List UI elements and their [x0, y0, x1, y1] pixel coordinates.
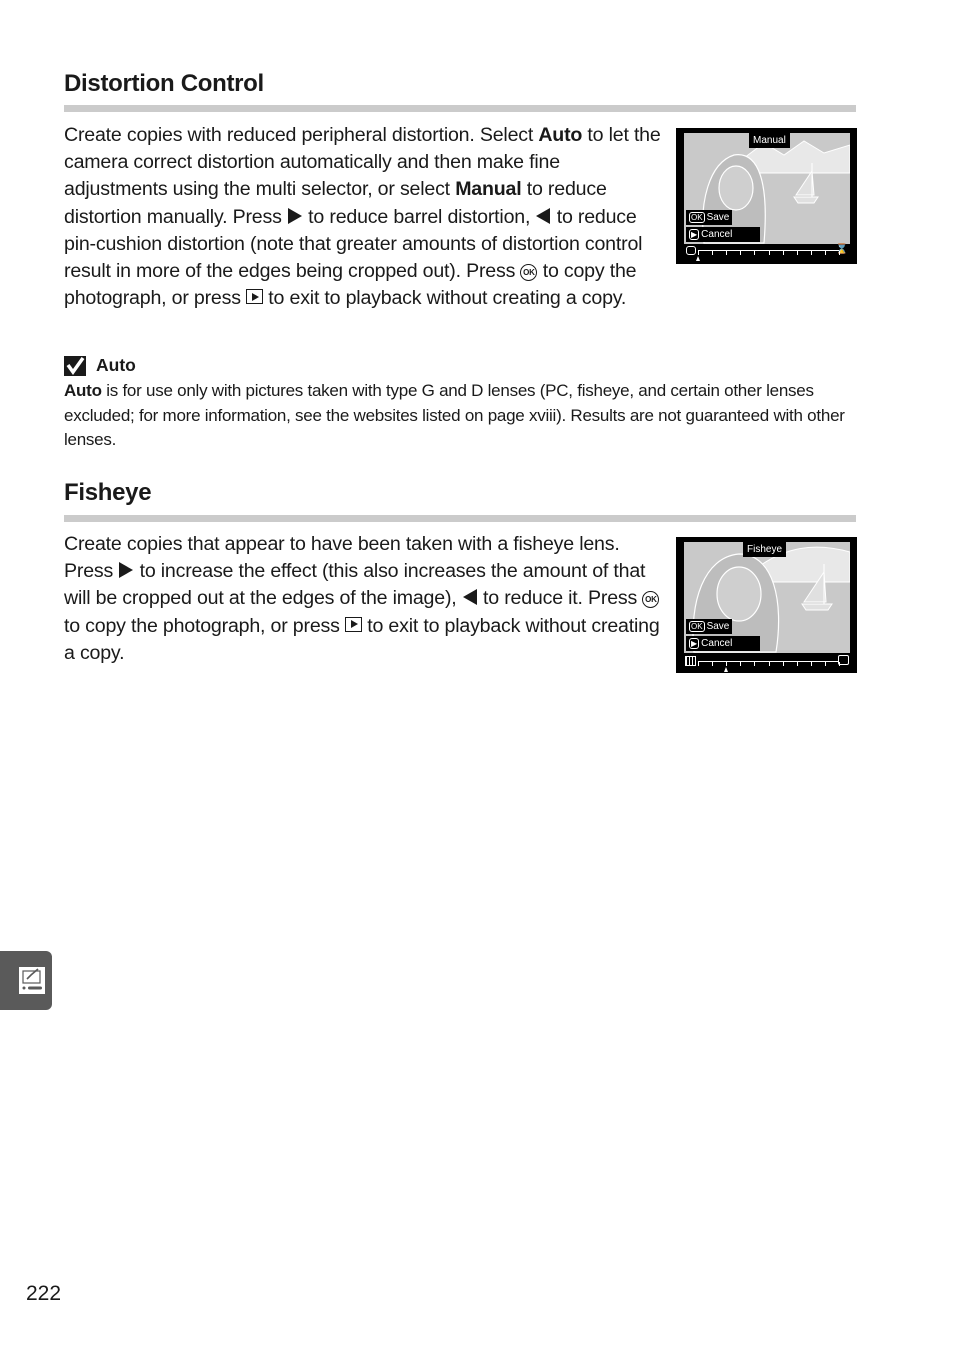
barrel-icon: [686, 246, 696, 255]
section-title-fisheye: Fisheye: [64, 479, 152, 506]
ok-button-icon: OK: [520, 264, 538, 282]
slider-tick: [839, 662, 840, 666]
distortion-slider: [696, 250, 840, 261]
text: is for use only with pictures taken with…: [64, 381, 845, 449]
retouch-menu-icon: [19, 967, 45, 994]
slider-tick: [796, 662, 798, 666]
slider-tick: [824, 662, 826, 666]
note-title: Auto: [96, 355, 136, 375]
page-number: 222: [26, 1282, 62, 1305]
camera-screen-manual: Manual OK Save ▶ Cancel ⌛: [676, 128, 857, 264]
multi-selector-left-icon: [536, 207, 551, 224]
camera-screen-fisheye: Fisheye OK Save ▶ Cancel: [676, 537, 857, 673]
ok-key-icon: OK: [689, 212, 705, 223]
slider-tick: [712, 251, 714, 255]
fisheye-paragraph: Create copies that appear to have been t…: [64, 531, 664, 667]
cancel-label: Cancel: [701, 638, 733, 649]
slider-position-marker: [724, 667, 729, 672]
checkmark-icon: [64, 356, 86, 376]
slider-tick: [782, 662, 784, 666]
slider-tick: [698, 662, 699, 666]
slider-tick: [810, 662, 812, 666]
playback-key-icon: ▶: [689, 229, 700, 240]
bold-term-manual: Manual: [455, 178, 522, 201]
grid-icon: [685, 656, 696, 666]
bold-term-auto: Auto: [538, 124, 583, 146]
text: Create copies with reduced peripheral di…: [64, 124, 539, 146]
ok-key-icon: OK: [689, 621, 705, 632]
distortion-paragraph: Create copies with reduced peripheral di…: [64, 122, 664, 312]
multi-selector-right-icon: [119, 562, 134, 579]
slider-tick: [768, 251, 770, 255]
slider-tick: [810, 251, 812, 255]
playback-key-icon: ▶: [689, 638, 700, 649]
text: to reduce barrel distortion,: [302, 205, 536, 228]
slider-tick: [698, 251, 699, 255]
slider-position-marker: [696, 256, 700, 261]
slider-tick: [754, 662, 756, 666]
cancel-option: ▶ Cancel: [686, 636, 760, 651]
slider-tick: [796, 251, 798, 255]
slider-tick: [726, 662, 728, 666]
ok-button-icon: OK: [642, 591, 660, 609]
slider-tick: [768, 662, 770, 666]
mode-label: Fisheye: [743, 542, 787, 557]
playback-button-icon: [344, 616, 362, 632]
cancel-label: Cancel: [701, 229, 733, 240]
multi-selector-right-icon: [287, 207, 302, 224]
text: to reduce it. Press: [477, 587, 643, 610]
slider-tick: [754, 251, 756, 255]
fisheye-slider: [698, 661, 840, 672]
section-title-distortion-control: Distortion Control: [64, 70, 264, 97]
text: to copy the photograph, or press: [64, 614, 345, 637]
cancel-option: ▶ Cancel: [686, 227, 760, 242]
text: to exit to playback without creating a c…: [263, 287, 627, 310]
slider-tick: [726, 251, 728, 255]
note-text: Auto is for use only with pictures taken…: [64, 379, 864, 453]
section-divider: [64, 105, 856, 112]
save-label: Save: [706, 212, 730, 223]
save-option: OK Save: [686, 210, 733, 225]
slider-tick: [712, 662, 714, 666]
save-option: OK Save: [686, 619, 733, 634]
retouch-menu-tab: [0, 951, 52, 1010]
save-label: Save: [706, 621, 730, 632]
slider-tick: [740, 251, 742, 255]
slider-tick: [824, 251, 826, 255]
slider-tick: [782, 251, 784, 255]
section-divider: [64, 515, 856, 522]
playback-button-icon: [246, 289, 264, 305]
slider-tick: [740, 662, 742, 666]
multi-selector-left-icon: [462, 589, 477, 606]
slider-tick: [839, 251, 840, 255]
bold-term-auto: Auto: [64, 381, 102, 400]
mode-label: Manual: [749, 133, 790, 148]
